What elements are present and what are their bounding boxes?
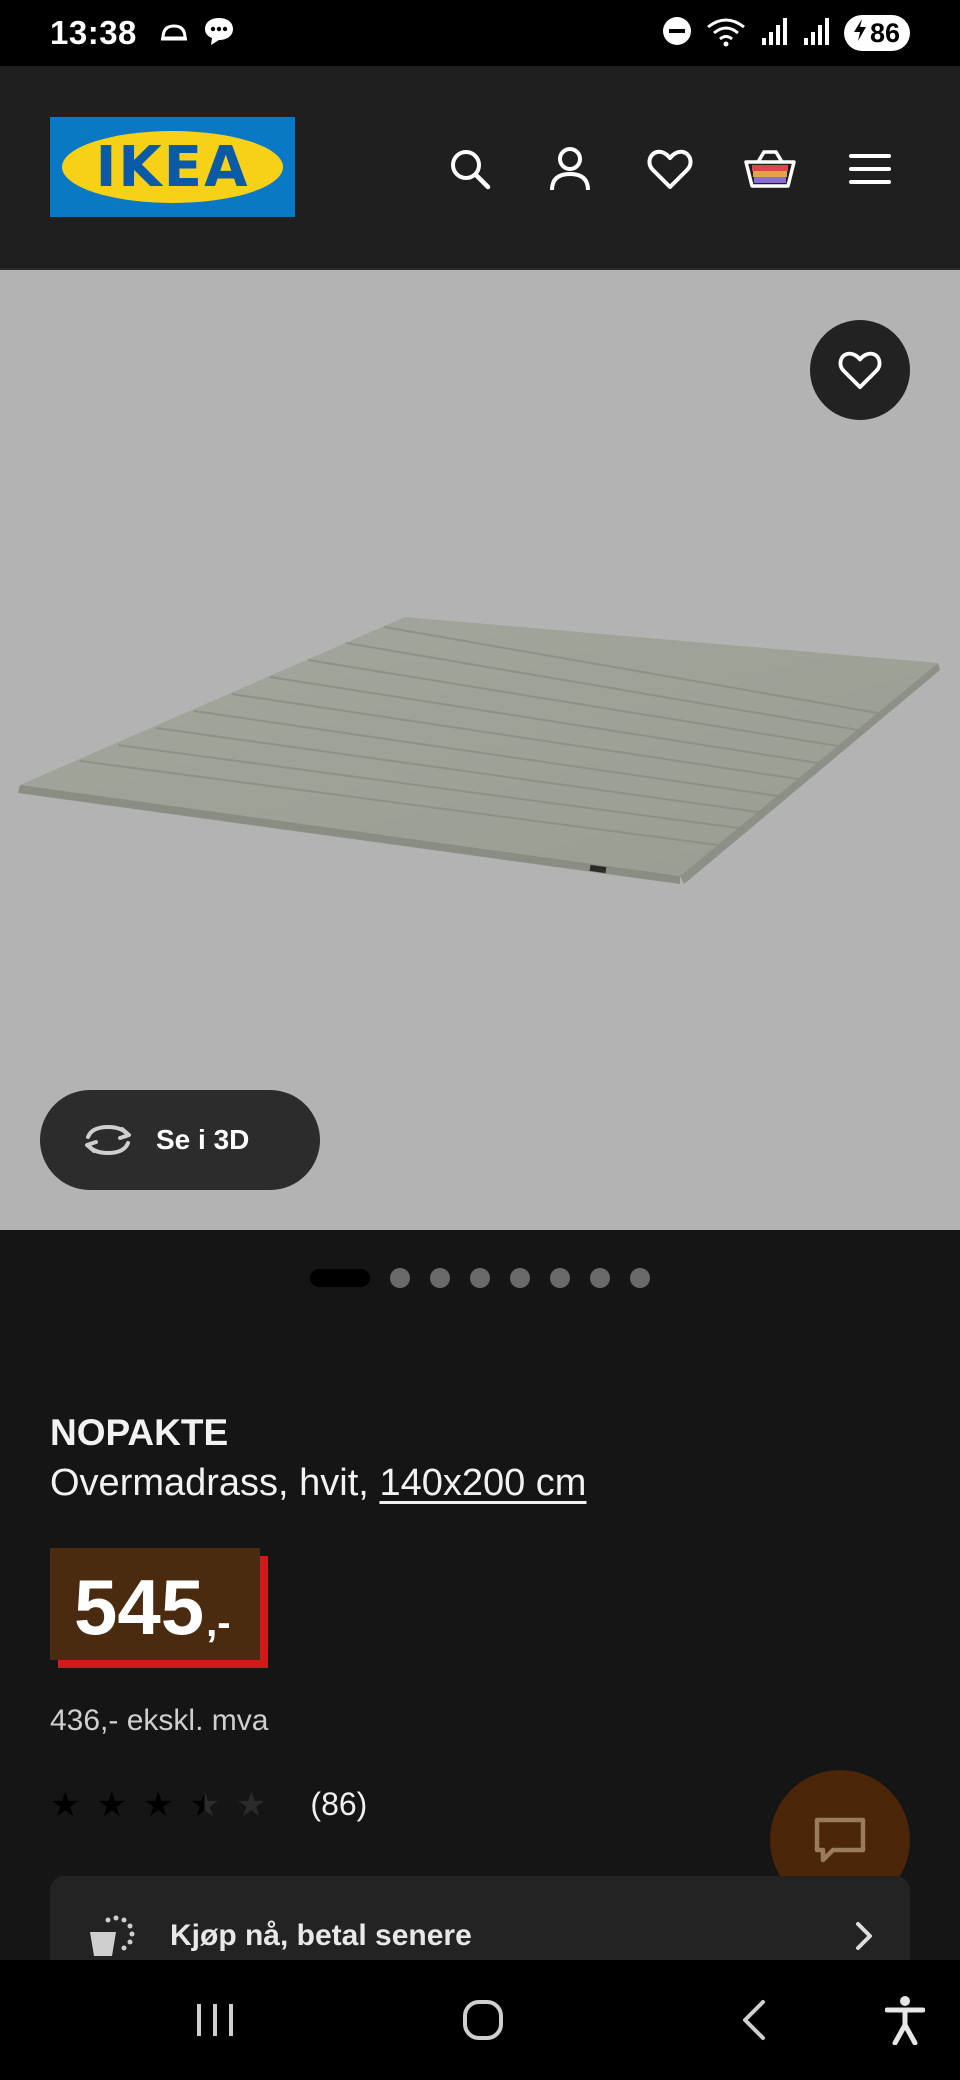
profile-icon xyxy=(550,147,590,191)
ikea-logo[interactable]: IKEA xyxy=(50,117,295,217)
profile-button[interactable] xyxy=(540,139,600,199)
status-bar: 13:38 86 xyxy=(0,0,960,66)
heart-icon xyxy=(838,351,882,390)
home-icon xyxy=(463,2000,503,2040)
add-to-favourites-button[interactable] xyxy=(810,320,910,420)
search-icon xyxy=(451,150,491,190)
pager-dot[interactable] xyxy=(470,1268,490,1288)
site-header: IKEA xyxy=(0,66,960,270)
rating-stars: ★ ★ ★ ★ ★ xyxy=(50,1788,266,1822)
back-icon xyxy=(743,2000,765,2040)
carousel-pager xyxy=(0,1268,960,1288)
battery-level: 86 xyxy=(869,17,900,48)
bnpl-icon xyxy=(90,1915,135,1956)
pager-dot[interactable] xyxy=(630,1268,650,1288)
mattress-topper-image xyxy=(18,617,940,884)
accessibility-icon xyxy=(885,1996,925,2045)
heart-icon xyxy=(647,149,693,189)
product-rating[interactable]: ★ ★ ★ ★ ★ (86) xyxy=(50,1786,367,1823)
basket-button[interactable] xyxy=(740,139,800,199)
battery-charging-icon xyxy=(852,18,868,49)
pager-dot[interactable] xyxy=(590,1268,610,1288)
favourites-button[interactable] xyxy=(640,139,700,199)
signal-icon xyxy=(802,16,830,51)
status-time: 13:38 xyxy=(50,14,137,51)
recent-apps-button[interactable] xyxy=(180,1990,250,2050)
do-not-disturb-icon xyxy=(662,16,692,51)
product-description: Overmadrass, hvit, 140x200 cm xyxy=(50,1462,586,1505)
home-button[interactable] xyxy=(448,1990,518,2050)
menu-icon xyxy=(849,154,891,184)
rotate-3d-icon xyxy=(85,1124,131,1156)
price-suffix: ,- xyxy=(206,1601,231,1645)
star-full-icon: ★ xyxy=(50,1785,81,1824)
review-count: (86) xyxy=(310,1786,368,1822)
star-half-icon: ★ xyxy=(189,1785,220,1824)
chat-bubble-icon xyxy=(203,16,235,51)
product-type: Overmadrass, hvit, xyxy=(50,1462,369,1504)
pager-dot[interactable] xyxy=(430,1268,450,1288)
product-size-link[interactable]: 140x200 cm xyxy=(379,1462,586,1504)
star-full-icon: ★ xyxy=(96,1785,127,1824)
basket-icon xyxy=(744,150,796,188)
price-tag: 545 ,- xyxy=(50,1548,260,1660)
product-image-carousel[interactable]: Se i 3D xyxy=(0,270,960,1230)
see-in-3d-button[interactable]: Se i 3D xyxy=(40,1090,320,1190)
signal-icon xyxy=(760,16,788,51)
system-nav-bar xyxy=(0,1960,960,2080)
battery-indicator: 86 xyxy=(843,15,910,51)
product-name: NOPAKTE xyxy=(50,1412,229,1453)
recent-apps-icon xyxy=(197,2004,233,2036)
pager-dot-active[interactable] xyxy=(310,1269,370,1287)
menu-button[interactable] xyxy=(840,139,900,199)
star-empty-icon: ★ xyxy=(235,1785,267,1824)
accessibility-button[interactable] xyxy=(870,1990,940,2050)
logo-text: IKEA xyxy=(95,134,250,200)
wifi-icon xyxy=(706,15,746,52)
star-full-icon: ★ xyxy=(142,1785,174,1824)
search-button[interactable] xyxy=(440,139,500,199)
price-excl-vat: 436,- ekskl. mva xyxy=(50,1704,269,1737)
back-button[interactable] xyxy=(718,1990,788,2050)
pager-dot[interactable] xyxy=(510,1268,530,1288)
see-in-3d-label: Se i 3D xyxy=(156,1124,250,1155)
cloud-icon xyxy=(159,20,189,47)
bnpl-label: Kjøp nå, betal senere xyxy=(170,1919,472,1952)
pager-dot[interactable] xyxy=(550,1268,570,1288)
pager-dot[interactable] xyxy=(390,1268,410,1288)
chat-icon xyxy=(814,1817,866,1863)
price-value: 545 xyxy=(74,1563,205,1651)
chevron-right-icon xyxy=(856,1922,872,1950)
